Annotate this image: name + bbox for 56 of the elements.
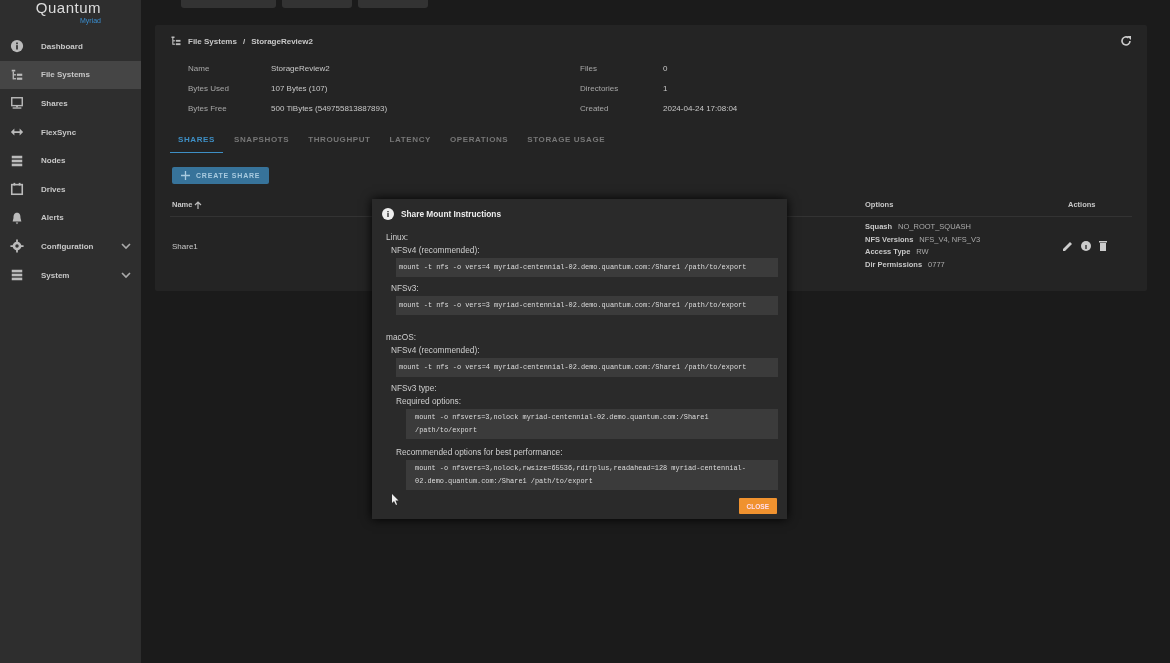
tree-icon [10,67,24,82]
info-icon [382,208,394,220]
version-label: NFSv3: [391,283,420,294]
sidebar-item[interactable]: Nodes [0,146,141,175]
detail-value: 1 [663,83,669,95]
breadcrumb-separator: / [242,36,246,46]
settings-icon [10,239,24,254]
info-icon [10,39,24,54]
sidebar-item[interactable]: Drives [0,174,141,204]
os-label: macOS: [386,332,417,343]
detail-label: Bytes Free [188,103,228,115]
sidebar-item[interactable]: Alerts [0,203,141,233]
sidebar-item[interactable]: System [0,260,141,290]
breadcrumb-current: StorageReview2 [251,36,313,46]
drive-icon [10,182,24,197]
trash-icon[interactable] [1099,241,1107,251]
detail-value: 107 Bytes (107) [271,83,329,95]
refresh-icon[interactable] [1120,35,1132,47]
tab[interactable]: SNAPSHOTS [225,135,298,153]
version-label: NFSv4 (recommended): [391,345,481,356]
share-name: Share1 [172,241,198,251]
sidebar-item[interactable]: FlexSync [0,117,141,147]
server-icon [10,153,24,168]
option-label: Required options: [396,396,463,407]
detail-value: 2024-04-24 17:08:04 [663,103,739,115]
pencil-icon[interactable] [1063,241,1073,251]
tab[interactable]: STORAGE USAGE [519,135,614,153]
detail-label: Directories [580,83,620,95]
detail-label: Files [580,63,598,75]
sidebar-item[interactable]: Configuration [0,232,141,261]
tab[interactable]: OPERATIONS [442,135,517,153]
bell-icon [10,210,24,225]
info-icon[interactable] [1081,241,1091,251]
monitor-icon [10,96,24,111]
tab[interactable]: LATENCY [381,135,439,153]
detail-label: Name [188,63,211,75]
tree-icon [170,35,182,47]
sidebar-item[interactable]: Shares [0,89,141,118]
tab[interactable]: SHARES [170,135,223,153]
logo-text: Quantum [35,0,101,16]
sidebar-item[interactable]: Dashboard [0,32,141,61]
breadcrumb-link[interactable]: File Systems [188,36,237,46]
detail-label: Bytes Used [188,83,230,95]
plus-icon [181,171,190,180]
cursor-icon [392,494,399,505]
version-label: NFSv3 type: [391,383,438,394]
server-icon [10,268,24,283]
sidebar-item[interactable]: File Systems [0,60,141,90]
detail-value: StorageReview2 [271,63,331,75]
detail-value: 0 [663,63,669,75]
detail-value: 500 TiBytes (549755813887893) [271,103,389,115]
dialog-title: Share Mount Instructions [401,209,502,219]
version-label: NFSv4 (recommended): [391,245,481,256]
os-label: Linux: [386,232,410,243]
option-label: Recommended options for best performance: [396,447,564,458]
detail-label: Created [580,103,610,115]
